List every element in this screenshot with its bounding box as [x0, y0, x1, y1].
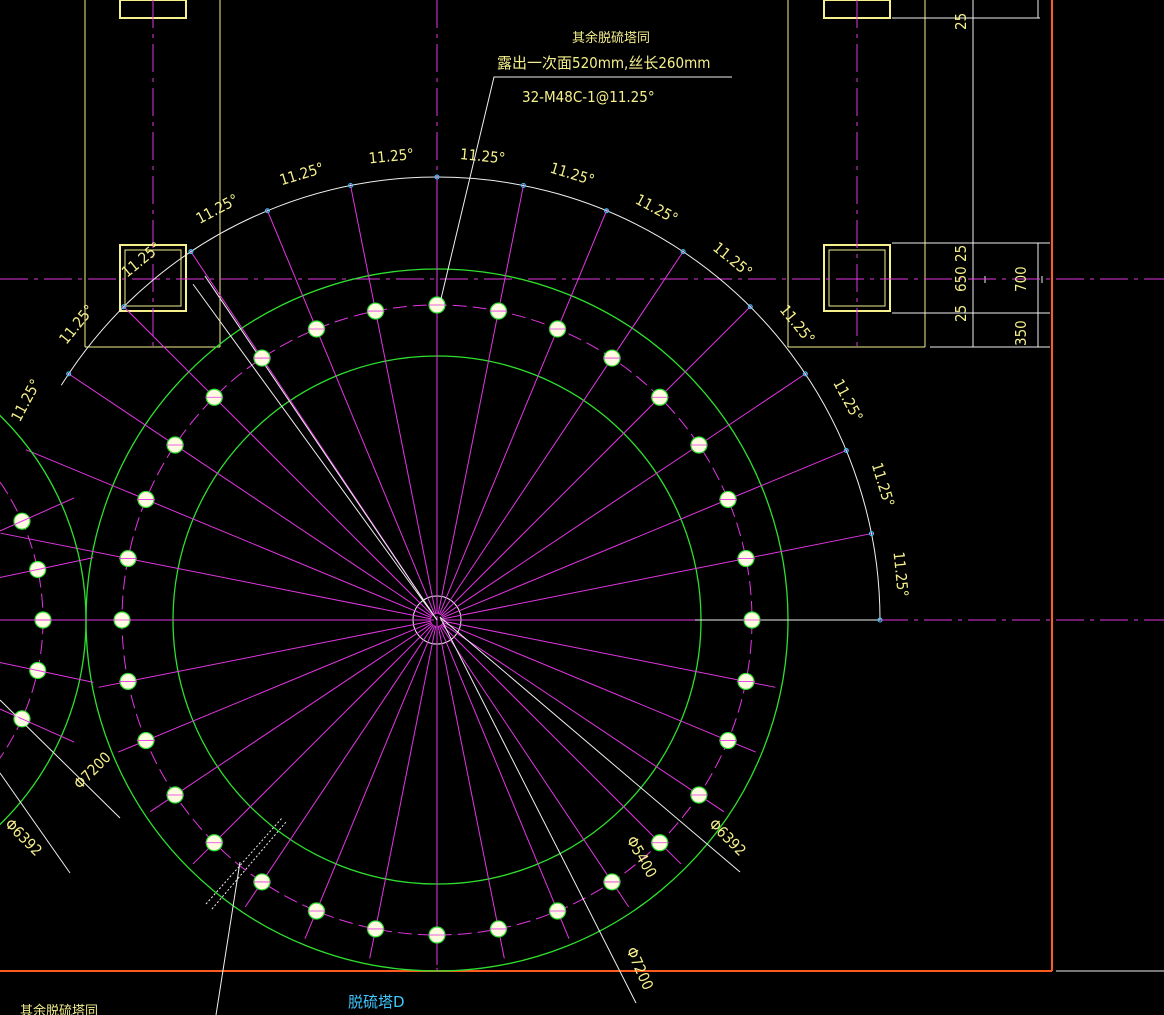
angle-label: 11.25° [459, 145, 506, 167]
radial-line [437, 625, 505, 959]
radial-line [98, 620, 432, 688]
bolt-spec-label: 32-M48C-1@11.25° [522, 88, 655, 106]
dia-bolt-left: Φ6392 [1, 815, 46, 860]
radial-line [439, 249, 685, 616]
angle-label: 11.25° [193, 190, 242, 227]
angle-label: 11.25° [548, 159, 597, 189]
radial-line [441, 372, 808, 618]
angle-label: 11.25° [368, 145, 415, 167]
dim-650: 650 [952, 266, 970, 292]
radial-line [439, 624, 630, 908]
angle-label: 11.25° [632, 190, 681, 227]
radial-line [442, 620, 776, 688]
dimension-chain [892, 0, 1050, 348]
angle-label: 11.25° [776, 301, 819, 347]
angle-label: 11.25° [277, 159, 326, 189]
dim-350: 350 [1012, 320, 1030, 346]
radial-line [244, 624, 435, 908]
angle-label: 11.25° [829, 376, 866, 425]
bottom-left-note: 其余脱硫塔同 [20, 1003, 98, 1015]
radial-line [442, 532, 874, 620]
radial-line [442, 621, 756, 753]
adjacent-radial-line [0, 557, 94, 578]
radial-line [440, 623, 682, 865]
angle-label: 11.25° [890, 551, 912, 598]
radial-line [349, 183, 437, 615]
radial-line [192, 623, 434, 865]
radial-line [66, 372, 433, 618]
dim-25-top: 25 [952, 13, 970, 30]
radial-line [437, 183, 525, 615]
cad-drawing-canvas[interactable]: 11.25° 11.25° 11.25° 11.25° 11.25° 11.25° 11.2… [0, 0, 1164, 1015]
adjacent-radial-line [0, 662, 94, 683]
radial-line [440, 304, 753, 617]
angle-label: 11.25° [55, 301, 98, 347]
dim-25-a: 25 [952, 245, 970, 262]
angle-label: 11.25° [868, 460, 898, 509]
radial-line [441, 622, 725, 813]
angle-dimension-arc-path [60, 176, 881, 621]
dia-outer-left: Φ7200 [70, 748, 115, 793]
tower-title[interactable]: 脱硫塔D [348, 993, 405, 1011]
angle-label: 11.25° [7, 376, 44, 425]
dim-25-b: 25 [952, 305, 970, 322]
radial-line [438, 625, 570, 939]
radial-line [118, 621, 432, 753]
angle-label: 11.25° [709, 238, 755, 281]
radial-line [369, 625, 437, 959]
centerlines-layer [0, 0, 1164, 971]
radial-line [0, 532, 432, 620]
radial-line [121, 304, 434, 617]
leader-lines [0, 76, 741, 1015]
radial-line [304, 625, 436, 939]
angle-dimension-arc [60, 174, 883, 623]
radial-line [149, 622, 433, 813]
structure-layer [84, 0, 926, 348]
dim-700: 700 [1012, 266, 1030, 292]
text-annotations: 其余脱硫塔同 露出一次面520mm,丝长260mm 32-M48C-1@11.2… [1, 13, 1030, 1015]
sheet-border [0, 0, 1053, 972]
leader-note-line2: 露出一次面520mm,丝长260mm [497, 54, 710, 72]
leader-note-line1: 其余脱硫塔同 [572, 30, 650, 46]
